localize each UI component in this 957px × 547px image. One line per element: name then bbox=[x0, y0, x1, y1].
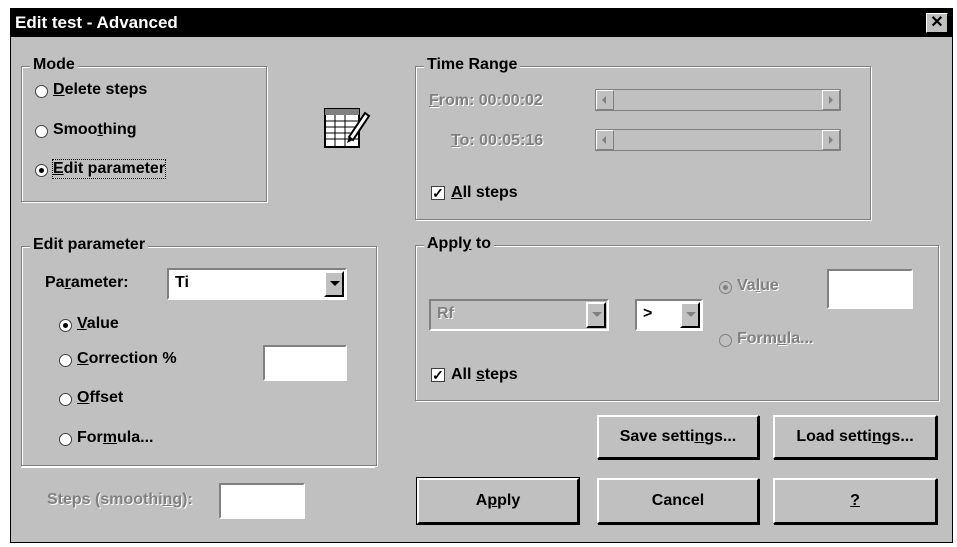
cancel-button[interactable]: Cancel bbox=[597, 478, 759, 524]
steps-smoothing-input[interactable] bbox=[219, 483, 305, 519]
parameter-value: Ti bbox=[175, 274, 189, 291]
mode-smoothing-label[interactable]: Smoothing bbox=[53, 121, 137, 139]
mode-smoothing-radio[interactable] bbox=[35, 125, 48, 138]
window-title: Edit test - Advanced bbox=[15, 13, 178, 32]
correction-input[interactable] bbox=[263, 345, 347, 381]
scroll-left-icon[interactable] bbox=[596, 130, 614, 150]
apply-to-legend: Apply to bbox=[424, 235, 494, 253]
to-scrollbar[interactable] bbox=[595, 129, 841, 151]
chevron-down-icon[interactable] bbox=[324, 271, 344, 297]
mode-delete-steps-radio[interactable] bbox=[35, 85, 48, 98]
mode-delete-steps-label[interactable]: Delete steps bbox=[53, 81, 147, 99]
apply-button[interactable]: Apply bbox=[416, 477, 580, 525]
from-scrollbar[interactable] bbox=[595, 89, 841, 111]
mode-edit-parameter-radio[interactable] bbox=[35, 164, 48, 177]
mode-legend: Mode bbox=[30, 56, 78, 74]
correction-radio[interactable] bbox=[59, 354, 72, 367]
load-settings-button[interactable]: Load settings... bbox=[773, 415, 937, 459]
close-icon: ✕ bbox=[930, 14, 944, 31]
offset-label[interactable]: Offset bbox=[77, 389, 123, 407]
spreadsheet-edit-icon bbox=[323, 107, 371, 149]
value-label[interactable]: Value bbox=[77, 315, 119, 333]
cancel-label: Cancel bbox=[651, 492, 705, 509]
scroll-left-icon[interactable] bbox=[596, 90, 614, 110]
to-label: To: 00:05:16 bbox=[451, 132, 544, 149]
apply-all-steps-label[interactable]: All steps bbox=[451, 366, 518, 384]
value-radio[interactable] bbox=[59, 319, 72, 332]
time-range-legend: Time Range bbox=[424, 56, 521, 74]
time-all-steps-checkbox[interactable]: ✓ bbox=[431, 186, 445, 200]
offset-radio[interactable] bbox=[59, 393, 72, 406]
operator-select[interactable]: > bbox=[635, 299, 703, 331]
scroll-right-icon[interactable] bbox=[822, 90, 840, 110]
help-button[interactable]: ? bbox=[773, 478, 937, 524]
apply-all-steps-checkbox[interactable]: ✓ bbox=[431, 368, 445, 382]
edit-parameter-legend: Edit parameter bbox=[30, 236, 149, 254]
apply-field-select[interactable]: Rf bbox=[429, 299, 609, 331]
correction-label[interactable]: Correction % bbox=[77, 350, 177, 368]
help-label: ? bbox=[850, 492, 860, 509]
apply-value-input[interactable] bbox=[827, 269, 913, 309]
separator bbox=[21, 465, 375, 468]
mode-edit-parameter-label[interactable]: Edit parameter bbox=[51, 159, 167, 179]
parameter-label: Parameter: bbox=[45, 274, 129, 291]
apply-formula-radio[interactable] bbox=[719, 334, 732, 347]
apply-formula-label[interactable]: Formula... bbox=[737, 330, 813, 348]
chevron-down-icon[interactable] bbox=[586, 302, 606, 328]
chevron-down-icon[interactable] bbox=[680, 302, 700, 328]
formula-label[interactable]: Formula... bbox=[77, 429, 153, 447]
operator-value: > bbox=[643, 305, 653, 322]
title-bar: Edit test - Advanced ✕ bbox=[11, 9, 952, 37]
scroll-right-icon[interactable] bbox=[822, 130, 840, 150]
save-settings-button[interactable]: Save settings... bbox=[597, 415, 759, 459]
from-label: From: 00:00:02 bbox=[429, 92, 543, 109]
apply-field-value: Rf bbox=[437, 305, 454, 322]
apply-value-label[interactable]: Value bbox=[737, 277, 779, 295]
time-all-steps-label[interactable]: All steps bbox=[451, 184, 518, 202]
apply-value-radio[interactable] bbox=[719, 281, 732, 294]
dialog-window: Edit test - Advanced ✕ Mode Delete steps… bbox=[10, 8, 953, 543]
formula-radio[interactable] bbox=[59, 433, 72, 446]
close-button[interactable]: ✕ bbox=[926, 13, 948, 33]
parameter-select[interactable]: Ti bbox=[167, 268, 347, 300]
steps-smoothing-label: Steps (smoothing): bbox=[47, 491, 193, 508]
